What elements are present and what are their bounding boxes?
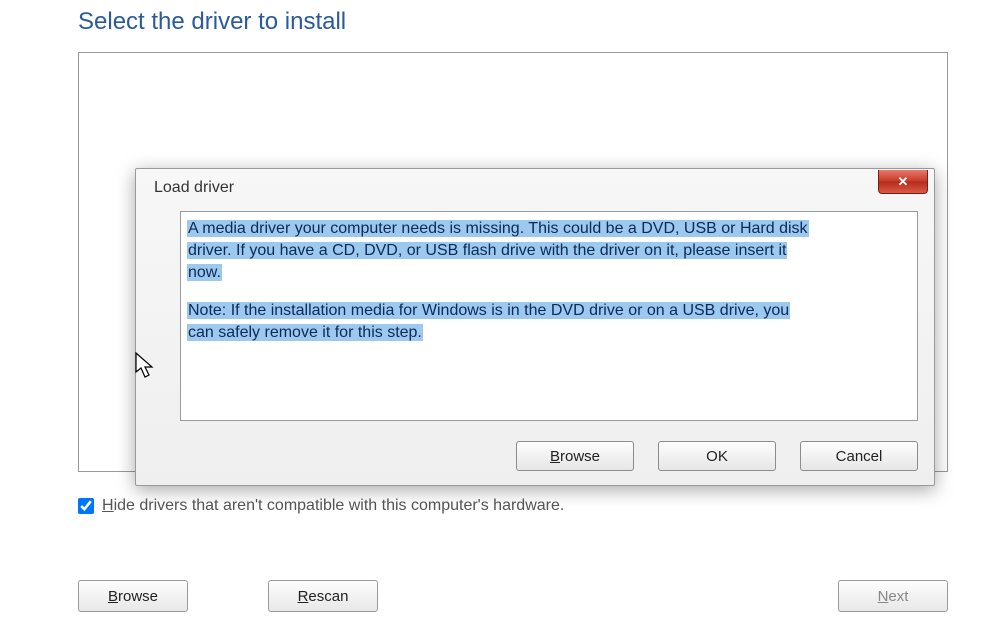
dialog-message-gap	[187, 284, 907, 300]
hide-incompatible-checkbox[interactable]	[78, 498, 94, 514]
dialog-browse-button[interactable]: Browse	[516, 441, 634, 471]
rescan-button[interactable]: Rescan	[268, 580, 378, 612]
cancel-button[interactable]: Cancel	[800, 441, 918, 471]
dialog-message-line: driver. If you have a CD, DVD, or USB fl…	[187, 240, 907, 262]
load-driver-dialog: Load driver ✕ A media driver your comput…	[135, 168, 935, 486]
hide-incompatible-label: Hide drivers that aren't compatible with…	[102, 497, 564, 515]
dialog-message-line: can safely remove it for this step.	[187, 322, 907, 344]
dialog-titlebar[interactable]: Load driver ✕	[136, 169, 934, 207]
bottom-button-row: Browse Rescan Next	[78, 580, 948, 612]
dialog-title: Load driver	[154, 179, 234, 197]
page-title: Select the driver to install	[0, 0, 1000, 36]
next-button[interactable]: Next	[838, 580, 948, 612]
dialog-message-line: Note: If the installation media for Wind…	[187, 300, 907, 322]
hide-incompatible-row[interactable]: Hide drivers that aren't compatible with…	[78, 497, 564, 515]
close-icon: ✕	[898, 175, 909, 188]
dialog-button-row: Browse OK Cancel	[516, 441, 918, 471]
browse-button[interactable]: Browse	[78, 580, 188, 612]
ok-button[interactable]: OK	[658, 441, 776, 471]
close-button[interactable]: ✕	[878, 170, 928, 194]
dialog-message-line: A media driver your computer needs is mi…	[187, 218, 907, 240]
dialog-message-line: now.	[187, 262, 907, 284]
dialog-body: A media driver your computer needs is mi…	[180, 211, 918, 421]
